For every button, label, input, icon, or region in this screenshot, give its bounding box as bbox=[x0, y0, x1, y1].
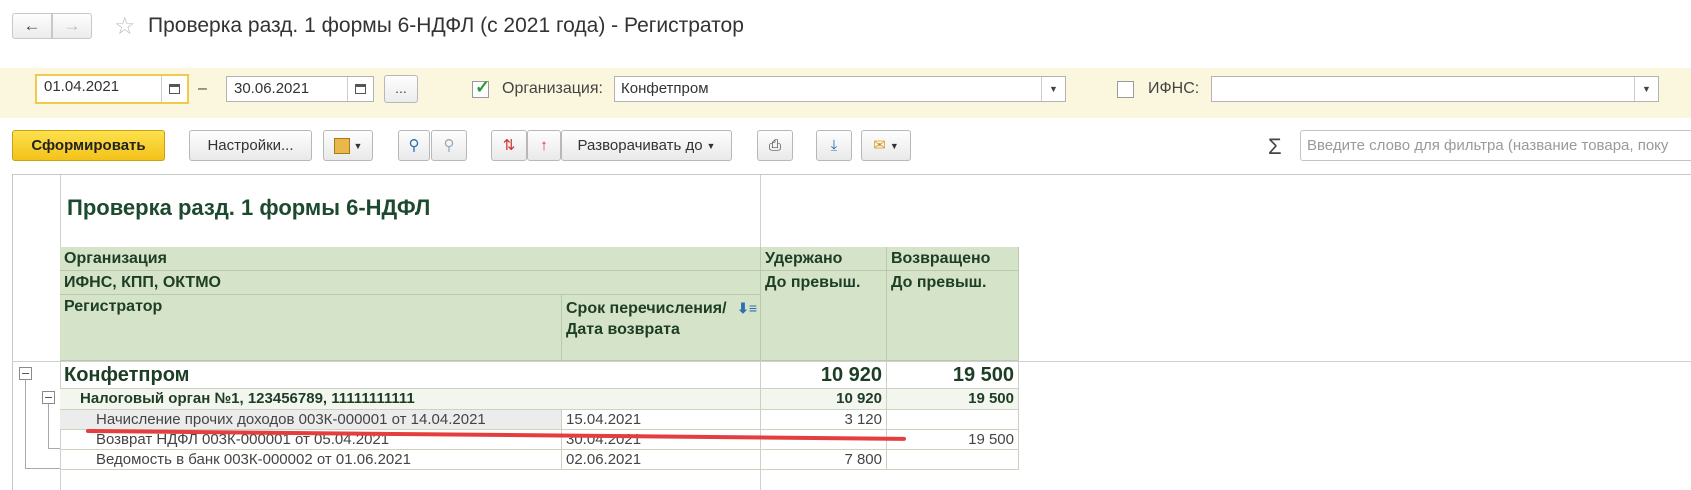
expand-to-label: Разворачивать до bbox=[577, 137, 703, 154]
date-from-value: 01.04.2021 bbox=[44, 78, 120, 95]
collapse-group-icon[interactable] bbox=[19, 367, 32, 380]
header-withheld-sub: До превыш. bbox=[761, 271, 887, 361]
calendar-icon[interactable] bbox=[161, 76, 187, 102]
tree-line bbox=[48, 448, 60, 449]
find-button[interactable]: ⚲ bbox=[398, 130, 430, 161]
ifns-label: ИФНС: bbox=[1148, 80, 1200, 97]
organization-value: Конфетпром bbox=[621, 80, 709, 97]
date-to-field[interactable]: 30.06.2021 bbox=[226, 76, 374, 102]
expand-all-button[interactable]: ⇅ bbox=[491, 130, 527, 161]
period-select-button[interactable]: ... bbox=[384, 75, 418, 103]
header-organization: Организация bbox=[60, 247, 761, 271]
collapse-group-icon[interactable] bbox=[42, 391, 55, 404]
chevron-down-icon[interactable]: ▼ bbox=[1634, 77, 1658, 101]
cancel-find-button[interactable]: ⚲ bbox=[431, 130, 467, 161]
group2-name: Налоговый орган №1, 123456789, 111111111… bbox=[60, 389, 761, 410]
header-returned: Возвращено bbox=[887, 247, 1019, 271]
table-row-date[interactable]: 15.04.2021 bbox=[562, 410, 761, 430]
table-row-withheld[interactable]: 3 120 bbox=[761, 410, 887, 430]
expand-to-button[interactable]: Разворачивать до ▼ bbox=[561, 130, 732, 161]
table-row-registrar[interactable]: Начисление прочих доходов 003К-000001 от… bbox=[60, 410, 562, 430]
tree-line bbox=[48, 404, 49, 448]
forward-button[interactable]: → bbox=[52, 13, 92, 39]
magnifier-clear-icon: ⚲ bbox=[443, 137, 455, 154]
organization-select[interactable]: Конфетпром ▼ bbox=[614, 76, 1066, 102]
organization-checkbox[interactable]: ✓ bbox=[472, 77, 490, 98]
sort-icon[interactable]: ⬇≡ bbox=[737, 298, 757, 319]
tree-line bbox=[25, 468, 60, 469]
tree-line bbox=[25, 380, 26, 468]
header-deadline: Срок перечисления/Дата возврата ⬇≡ bbox=[562, 295, 761, 361]
ifns-checkbox[interactable] bbox=[1117, 81, 1134, 98]
header-withheld: Удержано bbox=[761, 247, 887, 271]
clipboard-icon bbox=[333, 138, 350, 155]
header-ifns: ИФНС, КПП, ОКТМО bbox=[60, 271, 761, 295]
settings-button[interactable]: Настройки... bbox=[189, 130, 312, 161]
save-button[interactable]: ⤓ bbox=[816, 130, 852, 161]
print-button[interactable]: ⎙ bbox=[757, 130, 793, 161]
header-deadline-text: Срок перечисления/Дата возврата bbox=[566, 300, 727, 338]
report-title: Проверка разд. 1 формы 6-НДФЛ bbox=[67, 195, 431, 220]
download-icon: ⤓ bbox=[830, 137, 838, 154]
table-row-registrar[interactable]: Ведомость в банк 003К-000002 от 01.06.20… bbox=[60, 450, 562, 470]
favorite-star-icon[interactable]: ☆ bbox=[114, 12, 136, 41]
magnifier-icon: ⚲ bbox=[408, 137, 420, 154]
envelope-icon: ✉ bbox=[873, 137, 886, 154]
collapse-tree-icon: ↑ bbox=[540, 137, 548, 154]
collapse-all-button[interactable]: ↑ bbox=[527, 130, 561, 161]
printer-icon: ⎙ bbox=[768, 137, 781, 154]
group1-returned: 19 500 bbox=[887, 362, 1019, 389]
filter-search-input[interactable]: Введите слово для фильтра (название това… bbox=[1300, 130, 1691, 161]
arrow-left-icon: ← bbox=[23, 16, 41, 35]
table-row-date[interactable]: 02.06.2021 bbox=[562, 450, 761, 470]
header-returned-sub: До превыш. bbox=[887, 271, 1019, 361]
calendar-icon[interactable] bbox=[347, 77, 373, 101]
back-button[interactable]: ← bbox=[12, 13, 52, 39]
variants-button[interactable]: ▼ bbox=[323, 130, 373, 161]
arrow-right-icon: → bbox=[63, 16, 81, 35]
group2-withheld: 10 920 bbox=[761, 389, 887, 410]
organization-label: Организация: bbox=[502, 80, 603, 97]
date-to-value: 30.06.2021 bbox=[234, 80, 310, 97]
group1-name: Конфетпром bbox=[60, 362, 761, 389]
chevron-down-icon[interactable]: ▼ bbox=[1041, 77, 1065, 101]
check-icon: ✓ bbox=[475, 77, 491, 97]
window-title: Проверка разд. 1 формы 6-НДФЛ (с 2021 го… bbox=[148, 14, 744, 37]
table-row-returned[interactable] bbox=[887, 410, 1019, 430]
expand-tree-icon: ⇅ bbox=[502, 137, 516, 154]
send-mail-button[interactable]: ✉ ▼ bbox=[861, 130, 911, 161]
ifns-select[interactable]: ▼ bbox=[1211, 76, 1659, 102]
table-row-returned[interactable]: 19 500 bbox=[887, 430, 1019, 450]
sigma-icon[interactable]: Σ bbox=[1268, 134, 1282, 160]
group2-returned: 19 500 bbox=[887, 389, 1019, 410]
generate-button[interactable]: Сформировать bbox=[12, 130, 165, 161]
table-row-returned[interactable] bbox=[887, 450, 1019, 470]
group1-withheld: 10 920 bbox=[761, 362, 887, 389]
header-registrar: Регистратор bbox=[60, 295, 562, 361]
date-from-field[interactable]: 01.04.2021 bbox=[35, 74, 189, 104]
date-separator: – bbox=[198, 80, 207, 97]
table-row-withheld[interactable]: 7 800 bbox=[761, 450, 887, 470]
